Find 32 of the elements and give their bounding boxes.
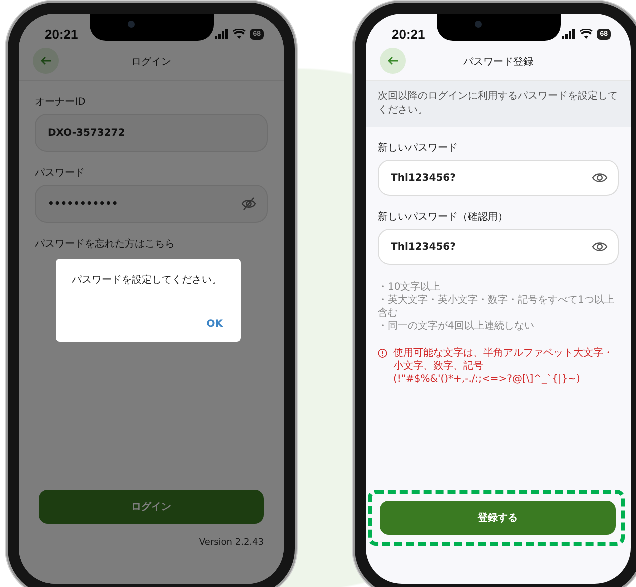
password-field[interactable]: Thl123456? [378,160,619,196]
field-label: 新しいパスワード（確認用） [378,210,509,224]
version-text: Version 2.2.43 [198,538,264,548]
screen-title: パスワード登録 [464,56,534,69]
status-time: 20:21 [392,26,426,42]
ok-button[interactable]: OK [202,317,227,332]
field-label: パスワード [35,167,86,180]
back-button[interactable] [33,48,59,74]
status-time: 20:21 [45,26,78,42]
field-label: オーナーID [35,96,87,109]
camera-dot [128,21,134,28]
register-button[interactable]: 登録する [380,501,616,535]
wifi-icon [233,29,246,39]
warning-icon [378,347,388,360]
instruction-text: 次回以降のログインに利用するパスワードを設定してください。 [366,81,631,127]
signal-icon [562,29,576,39]
error-message: 使用可能な文字は、半角アルファベット大文字・小文字、数字、記号 (!"#$%&'()*+,-./:;<=>?@[\]^_`{|}~) [393,347,614,386]
password-rules: ・10文字以上 ・英大文字・英小文字・数字・記号をすべて1つ以上含む ・同一の文字が4回以上連続しない [378,281,616,333]
login-button[interactable]: ログイン [39,490,264,524]
back-arrow-icon [387,56,399,66]
dialog-message: パスワードを設定してください。 [72,274,223,287]
camera-dot [474,21,482,28]
text-field[interactable]: DXO-3573272 [35,114,268,152]
password-field[interactable]: Thl123456? [378,229,619,265]
field-label: 新しいパスワード [378,142,459,155]
password-field[interactable]: ••••••••••• [35,185,268,223]
forgot-password-link[interactable]: パスワードを忘れた方はこちら [35,237,268,251]
signal-icon [215,29,230,39]
screen-title: ログイン [132,56,172,69]
wifi-icon [580,29,594,39]
back-button[interactable] [380,48,406,74]
back-arrow-icon [40,56,52,66]
